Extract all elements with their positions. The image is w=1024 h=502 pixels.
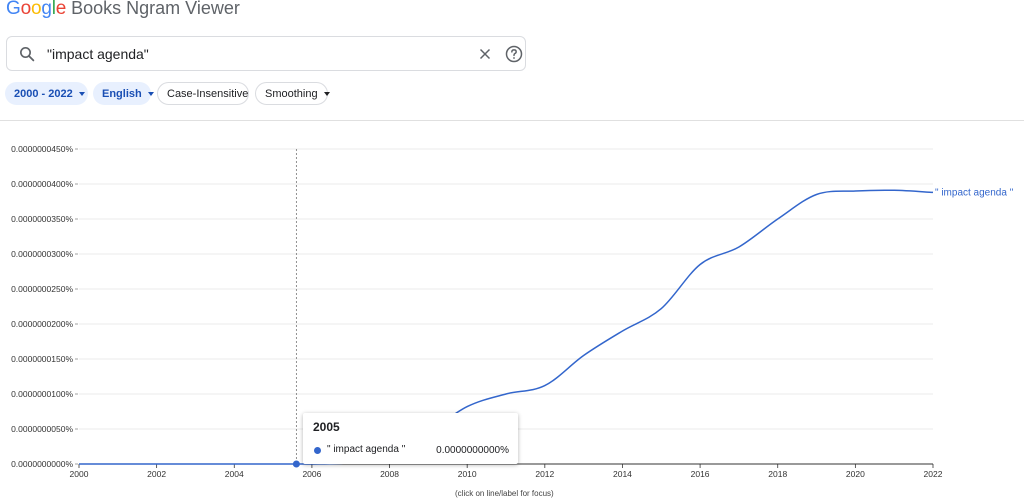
- y-tick-label: 0.0000000450%: [11, 144, 73, 154]
- x-tick-label: 2014: [613, 469, 632, 479]
- y-tick-label: 0.0000000200%: [11, 319, 73, 329]
- x-tick-label: 2018: [768, 469, 787, 479]
- hover-tooltip: 2005 " impact agenda " 0.0000000000%: [303, 413, 518, 464]
- x-tick-label: 2004: [225, 469, 244, 479]
- y-axis: 0.0000000000% 0.0000000050% 0.0000000100% 0…: [11, 144, 78, 469]
- series-color-dot: [314, 447, 321, 454]
- x-tick-label: 2016: [691, 469, 710, 479]
- y-tick-label: 0.0000000100%: [11, 389, 73, 399]
- tooltip-value: 0.0000000000%: [436, 445, 509, 456]
- y-tick-label: 0.0000000400%: [11, 179, 73, 189]
- x-tick-label: 2008: [380, 469, 399, 479]
- focus-point: [292, 460, 300, 468]
- x-tick-label: 2020: [846, 469, 865, 479]
- y-tick-label: 0.0000000250%: [11, 284, 73, 294]
- x-tick-label: 2022: [924, 469, 943, 479]
- chart-footnote: (click on line/label for focus): [455, 489, 554, 498]
- x-tick-label: 2012: [535, 469, 554, 479]
- x-tick-label: 2006: [302, 469, 321, 479]
- x-tick-label: 2002: [147, 469, 166, 479]
- y-tick-label: 0.0000000000%: [11, 459, 73, 469]
- x-tick-label: 2000: [70, 469, 89, 479]
- chart-grid: [79, 148, 933, 430]
- y-tick-label: 0.0000000150%: [11, 354, 73, 364]
- series-label-impact-agenda[interactable]: " impact agenda ": [935, 187, 1014, 198]
- x-axis: 2000 2002 2004 2006 2008 2010 2012 2014 2016 2018…: [70, 463, 943, 479]
- x-tick-label: 2010: [458, 469, 477, 479]
- tooltip-series-name: " impact agenda ": [327, 444, 406, 455]
- y-tick-label: 0.0000000300%: [11, 249, 73, 259]
- tooltip-year: 2005: [313, 420, 340, 434]
- y-tick-label: 0.0000000050%: [11, 424, 73, 434]
- y-tick-label: 0.0000000350%: [11, 214, 73, 224]
